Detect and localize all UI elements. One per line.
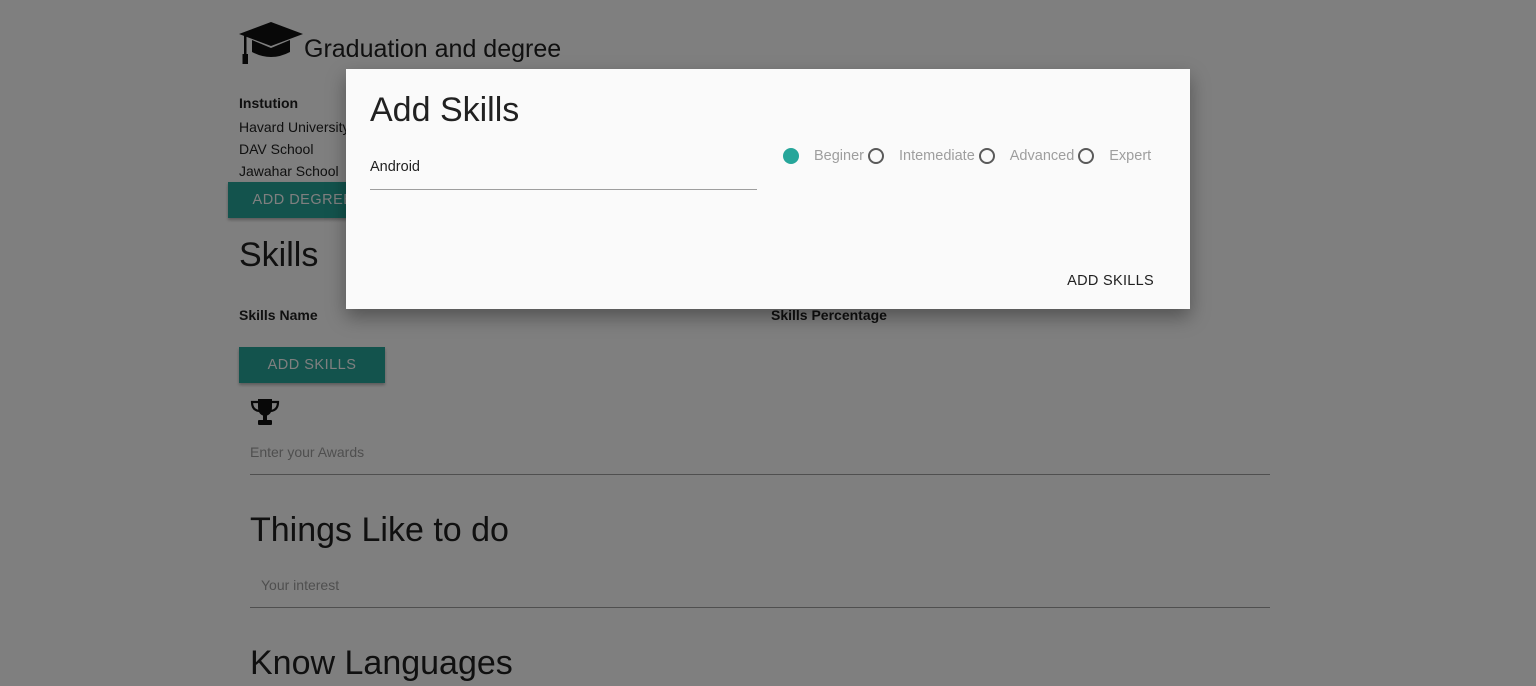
radio-beginer[interactable]: Beginer (783, 148, 864, 164)
radio-label: Intemediate (898, 148, 975, 164)
radio-unchecked-icon[interactable] (1078, 148, 1095, 164)
modal-add-skills-button[interactable]: ADD SKILLS (1067, 273, 1154, 289)
modal-title: Add Skills (370, 91, 520, 129)
radio-expert[interactable]: Expert (1078, 148, 1151, 164)
radio-label: Beginer (814, 148, 864, 164)
radio-intemediate[interactable]: Intemediate (867, 148, 975, 164)
skill-level-radio-group: Beginer Intemediate Advanced Expert (783, 147, 1155, 165)
radio-checked-icon[interactable] (783, 148, 799, 164)
radio-advanced[interactable]: Advanced (978, 148, 1075, 164)
radio-label: Advanced (1009, 148, 1075, 164)
radio-label: Expert (1109, 148, 1152, 164)
radio-unchecked-icon[interactable] (867, 148, 884, 164)
skill-name-input[interactable]: Android (370, 153, 757, 190)
skill-name-value: Android (370, 159, 420, 175)
radio-unchecked-icon[interactable] (978, 148, 995, 164)
add-skills-modal: Add Skills Android Beginer Intemediate A… (346, 69, 1190, 309)
